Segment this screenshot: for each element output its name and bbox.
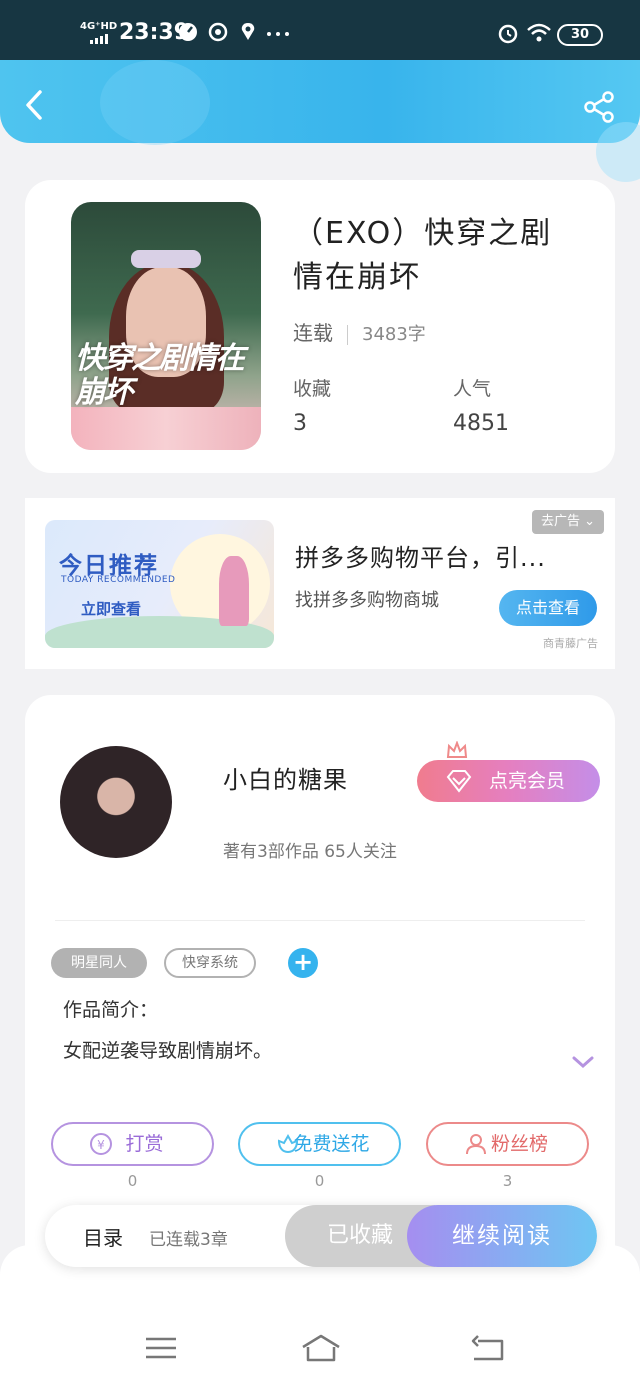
popularity-stat: 人气 4851 [453,374,509,436]
favorites-value: 3 [293,411,307,436]
fans-ranking-button[interactable]: 粉丝榜 [426,1122,589,1166]
vip-button-label: 点亮会员 [489,770,566,792]
intro-label: 作品简介： [63,999,159,1021]
favorites-label: 收藏 [293,378,332,400]
network-indicator: 4G⁺HD [80,21,118,32]
author-avatar[interactable] [60,746,172,858]
author-meta: 著有3部作品 65人关注 [223,842,397,862]
vip-button[interactable]: 点亮会员 [417,760,600,802]
favorites-stat: 收藏 3 [293,374,331,436]
remove-ad-button[interactable]: 去广告 ⌄ [532,510,604,534]
wifi-icon [527,23,551,42]
author-name[interactable]: 小白的糖果 [223,760,348,795]
flower-icon [277,1133,299,1154]
ad-title: 拼多多购物平台，引... [295,544,546,572]
author-card: 小白的糖果 点亮会员 著有3部作品 65人关注 明星同人 快穿系统 + 作品简介… [25,695,615,1255]
send-flower-button[interactable]: 免费送花 [238,1122,401,1166]
alarm-icon [498,24,518,44]
tag-chip[interactable]: 快穿系统 [164,948,256,978]
location-pin-icon [241,23,255,40]
diamond-icon [446,770,472,793]
add-tag-button[interactable]: + [288,948,318,978]
cover-title: 快穿之剧情在崩坏 [75,341,245,410]
share-icon[interactable] [582,90,616,124]
popularity-value: 4851 [453,411,509,436]
ad-banner[interactable]: 今日推荐 TODAY RECOMMENDED 立即查看 拼多多购物平台，引...… [25,498,615,669]
bottom-action-bar: 目录 已连载3章 已收藏 继续阅读 [45,1205,597,1267]
app-swirl-icon [208,22,228,42]
book-cover[interactable]: 快穿之剧情在崩坏 [71,202,261,450]
fans-ranking-label: 粉丝榜 [490,1133,548,1155]
toc-button[interactable]: 目录 [83,1222,123,1251]
menu-icon[interactable] [143,1333,179,1363]
chevron-down-icon[interactable] [571,1053,595,1071]
reward-label: 打赏 [125,1133,164,1155]
popularity-label: 人气 [453,378,492,400]
fans-count: 3 [502,1172,513,1190]
serial-status: 连载 [293,321,333,345]
chevron-left-icon[interactable] [20,88,50,122]
ad-source: 商青藤广告 [543,637,598,650]
header [0,60,640,182]
battery-indicator: 30 [557,24,603,46]
ad-image-subtitle: TODAY RECOMMENDED [61,575,176,585]
tag-chip[interactable]: 明星同人 [51,948,147,978]
svg-text:¥: ¥ [97,1138,105,1152]
continue-reading-button[interactable]: 继续阅读 [407,1205,597,1267]
home-icon[interactable] [300,1333,342,1363]
yuan-coin-icon: ¥ [90,1133,112,1155]
speedometer-icon [179,23,197,41]
divider [55,920,585,921]
ad-image[interactable]: 今日推荐 TODAY RECOMMENDED 立即查看 [45,520,274,648]
flower-count: 0 [314,1172,325,1190]
more-dots-icon [267,32,289,36]
decorative-bubble [596,122,640,182]
back-nav-icon[interactable] [470,1333,506,1363]
decorative-bubble [100,60,210,145]
ad-image-cta: 立即查看 [81,600,142,618]
ad-subtitle: 找拼多多购物商城 [295,590,439,611]
remove-ad-label: 去广告 [540,514,580,529]
intro-text: 女配逆袭导致剧情崩坏。 [63,1040,273,1062]
crown-icon [446,741,468,758]
ad-view-button[interactable]: 点击查看 [499,590,597,626]
word-count: 3483字 [362,324,426,345]
reward-count: 0 [127,1172,138,1190]
book-status-row: 连载 3483字 [293,317,426,346]
status-bar: 4G⁺HD 23:39 30 [0,0,640,60]
signal-icon [90,34,108,44]
chapter-status[interactable]: 已连载3章 [149,1225,228,1250]
book-info-card: 快穿之剧情在崩坏 （EXO）快穿之剧情在崩坏 连载 3483字 收藏 3 人气 4… [25,180,615,473]
person-icon [466,1134,486,1155]
chevron-down-icon: ⌄ [584,514,596,529]
reward-button[interactable]: ¥ 打赏 [51,1122,214,1166]
book-title: （EXO）快穿之剧情在崩坏 [293,216,553,295]
send-flower-label: 免费送花 [293,1133,370,1155]
